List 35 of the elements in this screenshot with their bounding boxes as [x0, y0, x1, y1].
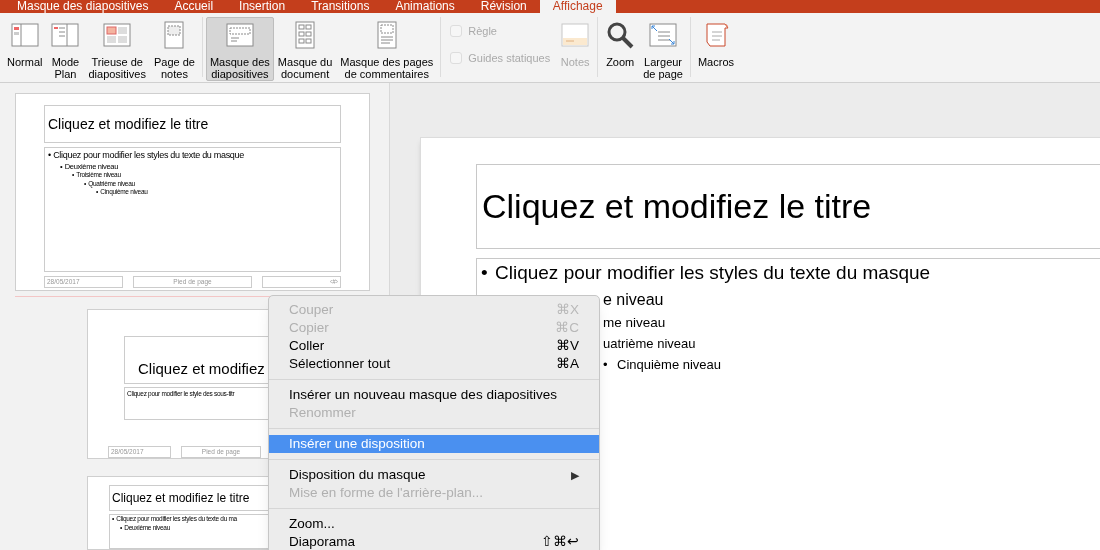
slide-title: Cliquez et modifiez le titre — [44, 105, 341, 143]
bullet-text: me niveau — [603, 313, 666, 332]
slide-master-icon — [224, 20, 255, 50]
ribbon-button[interactable]: Masque des pages de commentaires — [336, 17, 438, 81]
bullet-text: Cliquez pour modifier les styles du texte du masque — [495, 261, 931, 286]
normal-view-icon — [9, 20, 40, 50]
ribbon-button[interactable]: Masque du document — [273, 17, 337, 81]
ribbon-button[interactable]: Zoom — [601, 17, 640, 69]
ribbon-button[interactable]: Normal — [3, 17, 47, 69]
ribbon-tab[interactable]: Insertion — [226, 0, 299, 13]
slide-title[interactable]: Cliquez et modifiez le titre — [476, 164, 1100, 250]
bullet-text: uatrième niveau — [603, 335, 696, 354]
ribbon-tab[interactable]: Révision — [467, 0, 540, 13]
bullet-icon: • — [48, 150, 52, 162]
fit-width-icon — [648, 20, 679, 50]
ribbon-tab[interactable]: Animations — [382, 0, 468, 13]
ribbon-button[interactable]: Page de notes — [149, 17, 199, 81]
ribbon-tab[interactable]: Accueil — [161, 0, 227, 13]
ribbon-button[interactable]: Largeur de page — [639, 17, 687, 81]
slide-sorter-icon — [102, 20, 133, 50]
notes-pane-icon — [560, 20, 591, 50]
bullet-text: Cliquez pour modifier les styles du texte du masque — [53, 150, 244, 162]
ribbon-button[interactable]: Masque des diapositives — [205, 17, 274, 81]
ribbon-button[interactable]: Macros — [693, 17, 738, 69]
ribbon-tab[interactable]: Transitions — [298, 0, 383, 13]
ribbon-tab[interactable]: Masque des diapositives — [4, 0, 162, 13]
ribbon-tab[interactable]: Affichage — [539, 0, 616, 13]
search-icon — [605, 20, 636, 50]
bullet-icon: • — [481, 259, 495, 288]
outline-view-icon — [50, 20, 81, 50]
bullet-text: Cinquième niveau — [617, 356, 722, 375]
ribbon-button[interactable]: Mode Plan — [46, 17, 85, 81]
bullet-text: e niveau — [603, 289, 664, 310]
bullet-icon: • — [603, 355, 617, 375]
ribbon-button[interactable]: Trieuse de diapositives — [84, 17, 150, 81]
